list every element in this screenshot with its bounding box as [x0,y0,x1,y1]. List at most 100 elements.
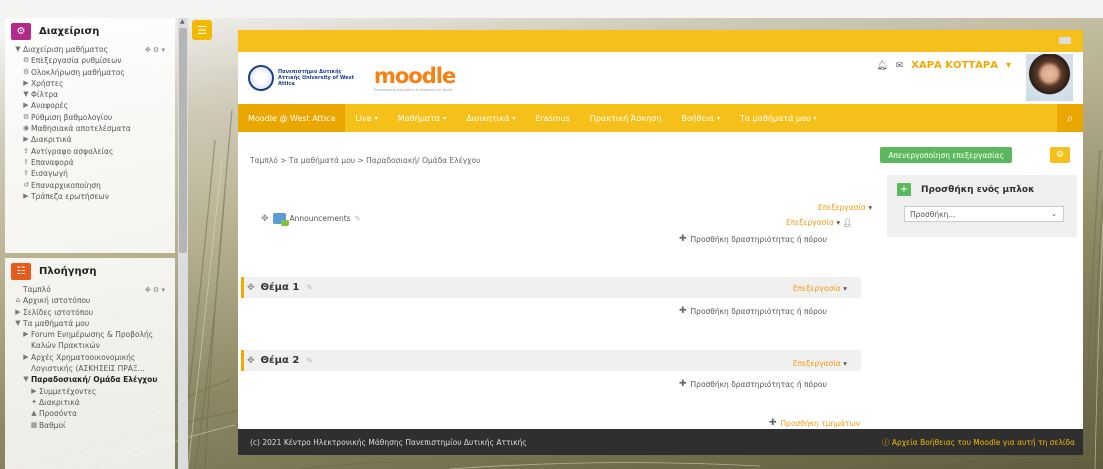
nav-item[interactable]: Διοικητικά ▾ [456,104,525,132]
scroll-up-arrow-icon[interactable]: ▲ [180,18,185,25]
add-activity-link[interactable]: ✚ Προσθήκη δραστηριότητας ή πόρου [679,234,827,244]
edit-title-pencil-icon[interactable]: ✎ [306,283,313,292]
move-icon[interactable]: ✥ [247,356,255,366]
avatar[interactable] [1026,54,1073,101]
tree-item[interactable]: ▶ Συμμετέχοντες [13,386,175,397]
scrollbar-thumb[interactable] [179,28,187,253]
add-activity-link[interactable]: ✚ Προσθήκη δραστηριότητας ή πόρου [679,379,827,389]
breadcrumb[interactable]: Ταμπλό > Τα μαθήματά μου > Παραδοσιακή/ … [250,156,480,165]
tree-item[interactable]: ⇪ Εισαγωγή [13,168,175,179]
tree-item[interactable]: ▼ Φίλτρα [13,89,175,100]
add-sections-link[interactable]: ✚ Προσθήκη τμημάτων [769,418,860,428]
tree-item[interactable]: ✦ Διακριτικά [13,397,175,408]
tree-item[interactable]: ⇪ Αντίγραφο ασφαλείας [13,146,175,157]
tree-item[interactable]: ▦ Βαθμοί [13,420,175,431]
add-block-select[interactable]: Προσθήκη... ⌄ [904,206,1064,222]
home-icon: ⌂ [15,296,21,305]
nav-item[interactable]: Μαθήματα ▾ [388,104,457,132]
edit-title-pencil-icon[interactable]: ✎ [355,214,361,223]
section-edit-menu[interactable]: Επεξεργασία ▾ [793,359,847,368]
nav-item[interactable]: Τα μαθήματά μου ▾ [730,104,827,132]
tree-item[interactable]: ◉ Μαθησιακά αποτελέσματα [13,123,175,134]
notifications-bell-icon[interactable]: 🔔︎ [876,61,887,71]
move-icon[interactable]: ✥ [247,283,255,293]
administration-block: ⚙ Διαχείριση ✥ ⚙ ▾ ▼ Διαχείριση μαθήματος… [5,18,175,253]
plus-icon: ✚ [679,306,687,316]
tree-item[interactable]: ▶ Τράπεζα ερωτήσεων [13,191,175,202]
tree-item[interactable]: ⌂ Αρχική ιστοτόπου [13,295,175,306]
tree-item[interactable]: ▶ Αρχές Χρηματοοικονομικής Λογιστικής (ΑΣ… [13,352,175,375]
grades-icon: ▦ [30,420,38,429]
nav-item[interactable]: Erasmus [525,104,579,132]
plus-icon: ✚ [679,234,687,244]
tree-item[interactable]: ↺ Επαναρχικοποίηση [13,180,175,191]
tree-item[interactable]: ▶ Χρήστες [13,78,175,89]
announcements-link[interactable]: Announcements [290,214,351,223]
tree-item[interactable]: ▶ Διακριτικά [13,134,175,145]
block-controls-icon[interactable]: ✥ ⚙ ▾ [145,286,165,294]
section-title[interactable]: Θέμα 1 [261,282,300,293]
activity-edit-menu[interactable]: Επεξεργασία ▾ 👤︎ [786,218,852,227]
collapsed-arrow-icon: ▶ [23,330,29,339]
user-menu[interactable]: 🔔︎ ✉︎ ΧΑΡΑ ΚΟΤΤΑΡΑ ▾ [876,60,1011,71]
tree-item[interactable]: ▶ Σελίδες ιστοτόπου [13,307,175,318]
tree-item[interactable]: ▶ Αναφορές [13,100,175,111]
outcomes-icon: ◉ [22,124,30,133]
tree-item[interactable]: ⚙ Ρύθμιση βαθμολογίου [13,112,175,123]
course-settings-gear-icon[interactable]: ⚙ [1050,147,1070,163]
nav-item[interactable]: Βοήθεια ▾ [671,104,730,132]
moodle-docs-help-link[interactable]: ⓘ Αρχεία Βοήθειας του Moodle για αυτή τη… [882,437,1075,448]
nav-item[interactable]: Moodle @ West Attica [238,104,346,132]
drawer-toggle-button[interactable]: ☰ [192,20,212,40]
tree-item-label: Παραδοσιακή/ Ομάδα Ελέγχου [31,375,158,385]
add-block-select-value: Προσθήκη... [910,209,956,219]
university-logo[interactable]: Πανεπιστήμιο Δυτικής Αττικής University … [248,65,360,91]
tree-item-label: Διακριτικά [39,397,80,407]
section-title[interactable]: Θέμα 2 [261,355,300,366]
nav-item[interactable]: Πρακτική Άσκηση [580,104,671,132]
move-icon[interactable]: ✥ [261,214,269,224]
top-yellow-bar [238,30,1083,52]
collapse-toggle-icon[interactable] [1059,37,1071,44]
tree-item[interactable]: ⚙ Επεξεργασία ρυθμίσεων [13,55,175,66]
search-icon[interactable]: ⌕ [1057,104,1083,132]
tree-item[interactable]: ⚙ Ολοκλήρωση μαθήματος [13,67,175,78]
tree-item-label: Εισαγωγή [31,169,68,179]
tree-item[interactable]: ▶ Forum Ενημέρωσης & Προβολής Καλών Πρακτ… [13,329,175,352]
left-column-scrollbar[interactable]: ▲ [178,18,188,469]
gear-icon: ⚙ [22,56,30,65]
course-content: Ταμπλό > Τα μαθήματά μου > Παραδοσιακή/ … [238,132,1083,429]
collapsed-arrow-icon: ▶ [23,352,29,361]
tree-item-label: Μαθησιακά αποτελέσματα [31,124,131,134]
site-header: Πανεπιστήμιο Δυτικής Αττικής University … [238,52,1083,104]
user-menu-caret-icon[interactable]: ▾ [1006,60,1011,71]
hamburger-icon: ☰ [197,23,207,37]
section-edit-menu[interactable]: Επεξεργασία ▾ [818,203,872,212]
tree-item-label: Φίλτρα [31,90,59,100]
messages-icon[interactable]: ✉︎ [896,61,904,71]
section-edit-menu[interactable]: Επεξεργασία ▾ [793,284,847,293]
tree-item[interactable]: ▼ Παραδοσιακή/ Ομάδα Ελέγχου [13,374,175,385]
moodle-logo[interactable]: moodle Empowering educators to improve o… [374,64,456,92]
add-block-panel: + Προσθήκη ενός μπλοκ Προσθήκη... ⌄ [887,175,1077,237]
turn-editing-off-button[interactable]: Απενεργοποίηση επεξεργασίας [880,147,1012,163]
forum-icon [272,213,289,226]
add-activity-link[interactable]: ✚ Προσθήκη δραστηριότητας ή πόρου [679,306,827,316]
expanded-arrow-icon: ▼ [15,45,21,53]
expanded-arrow-icon: ▼ [15,318,21,327]
nav-item[interactable]: Live ▾ [345,104,387,132]
tree-item-label: Επαναφορά [31,157,74,167]
tree-item-label: Ρύθμιση βαθμολογίου [31,112,113,122]
tree-item[interactable]: ▼ Τα μαθήματά μου [13,318,175,329]
block-controls-icon[interactable]: ✥ ⚙ ▾ [145,46,165,54]
tree-item-label: Αναφορές [31,101,69,111]
edit-title-pencil-icon[interactable]: ✎ [306,356,313,365]
expanded-arrow-icon: ▼ [23,375,29,384]
tree-item[interactable]: ⇪ Επαναφορά [13,157,175,168]
competency-icon: ▲ [31,409,37,418]
user-name[interactable]: ΧΑΡΑ ΚΟΤΤΑΡΑ [911,60,998,71]
tree-item-label: Αρχές Χρηματοοικονομικής Λογιστικής (ΑΣΚ… [31,352,145,374]
administration-block-title: Διαχείριση [39,25,100,37]
tree-item[interactable]: ▲ Προσόντα [13,408,175,419]
announcements-activity[interactable]: ✥ Announcements ✎ [261,213,361,226]
